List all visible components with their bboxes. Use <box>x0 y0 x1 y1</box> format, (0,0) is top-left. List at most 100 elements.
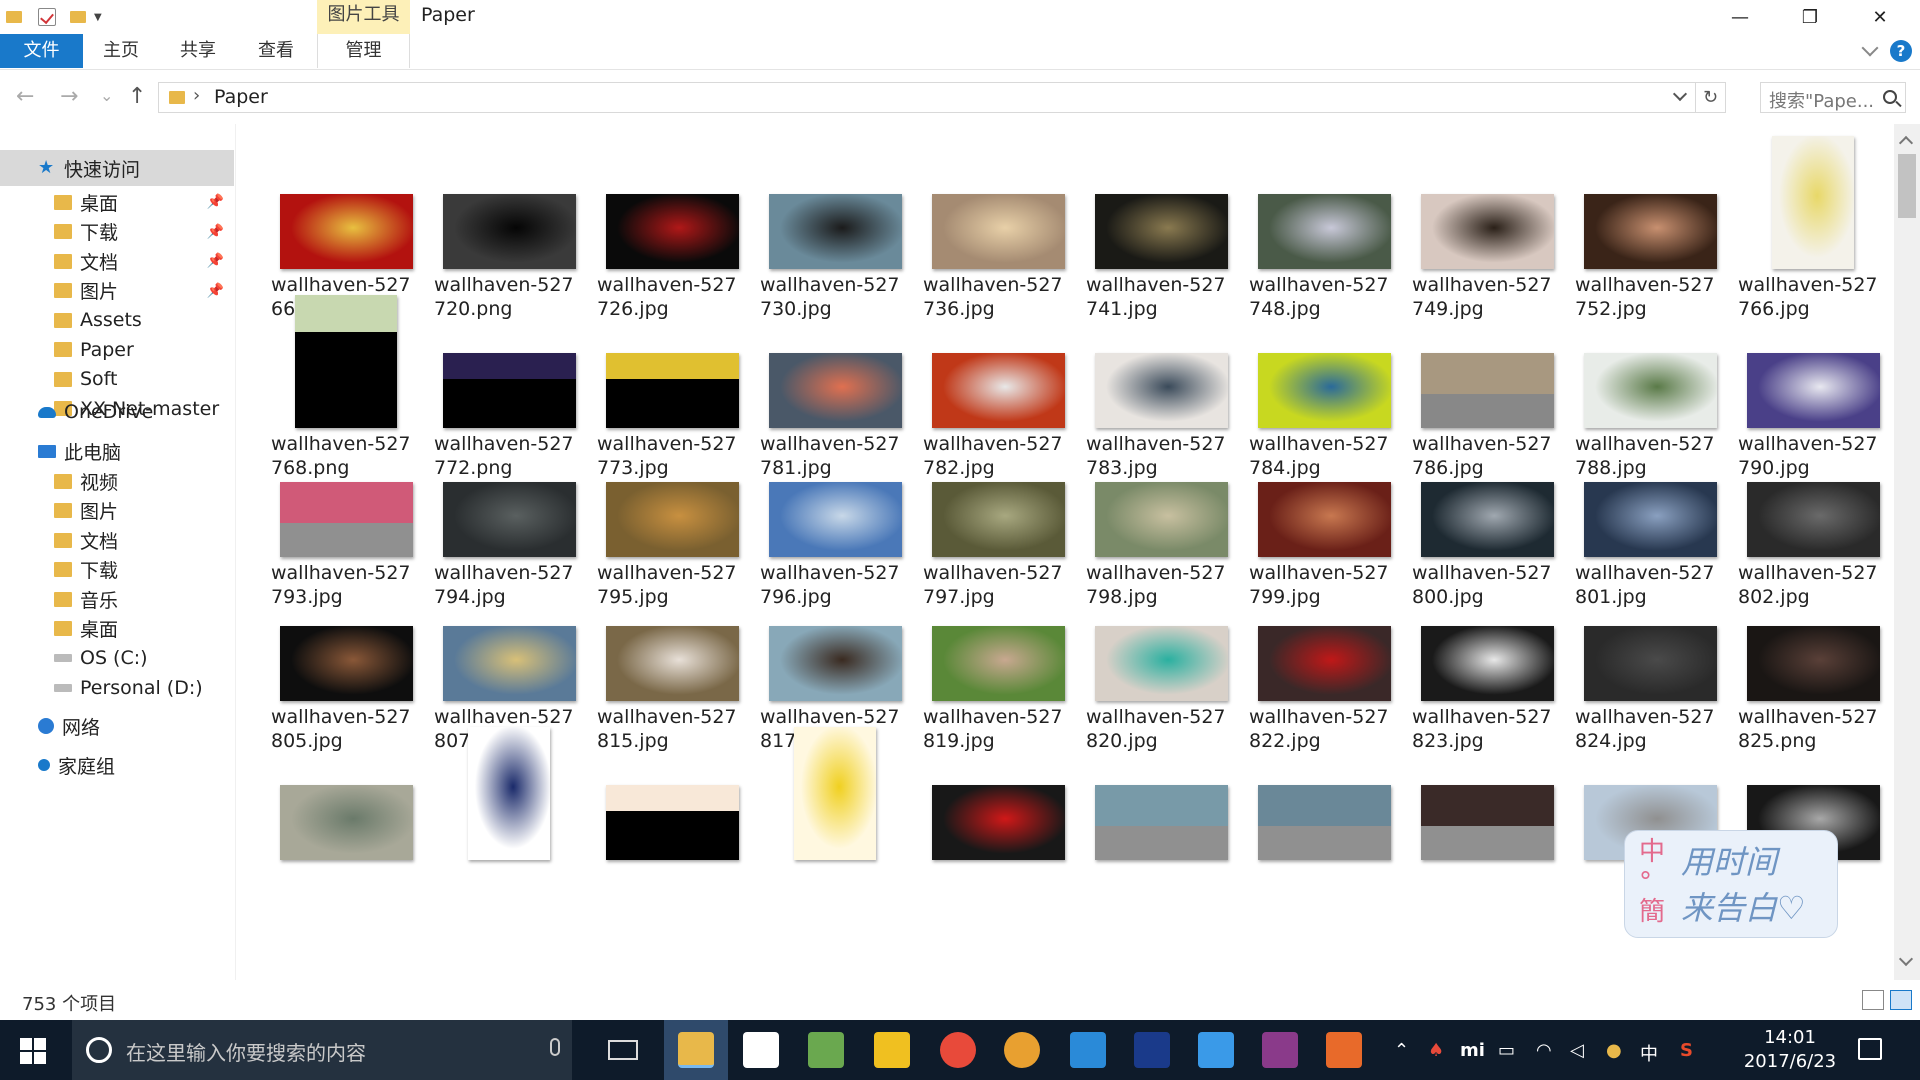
new-folder-icon[interactable] <box>70 6 86 28</box>
file-thumbnail[interactable] <box>1420 353 1554 428</box>
file-thumbnail[interactable] <box>442 353 576 428</box>
file-thumbnail[interactable] <box>279 785 413 860</box>
minimize-button[interactable]: — <box>1710 0 1770 34</box>
file-thumbnail[interactable] <box>931 353 1065 428</box>
file-thumbnail[interactable] <box>1094 785 1228 860</box>
file-thumbnail[interactable] <box>468 727 550 860</box>
chrome-2-icon[interactable] <box>1004 1032 1040 1068</box>
file-thumbnail[interactable] <box>1772 136 1854 269</box>
breadcrumb-separator[interactable]: › <box>193 85 200 106</box>
tray-app-icon[interactable]: ♠ <box>1428 1040 1444 1061</box>
file-explorer-icon[interactable] <box>678 1032 714 1068</box>
pdf-icon[interactable] <box>1326 1032 1362 1068</box>
recent-locations-button[interactable]: ⌄ <box>100 86 113 105</box>
file-thumbnail[interactable] <box>1257 194 1391 269</box>
tab-manage[interactable]: 管理 <box>317 34 410 68</box>
show-hidden-icons[interactable]: ⌃ <box>1394 1040 1409 1061</box>
file-thumbnail[interactable] <box>279 626 413 701</box>
details-view-button[interactable] <box>1862 990 1884 1010</box>
task-view-icon[interactable] <box>608 1040 638 1060</box>
pin-icon[interactable]: 📌 <box>207 194 224 210</box>
pin-icon[interactable]: 📌 <box>207 253 224 269</box>
sogou-icon[interactable]: S <box>1680 1040 1693 1061</box>
wps-icon[interactable] <box>1070 1032 1106 1068</box>
file-thumbnail[interactable] <box>1420 626 1554 701</box>
large-icons-view-button[interactable] <box>1890 990 1912 1010</box>
me-icon[interactable] <box>1134 1032 1170 1068</box>
back-button[interactable]: ← <box>16 84 34 109</box>
wifi-icon[interactable]: ◠ <box>1536 1040 1552 1061</box>
file-thumbnail[interactable] <box>442 194 576 269</box>
tab-share[interactable]: 共享 <box>172 34 224 68</box>
file-thumbnail[interactable] <box>442 626 576 701</box>
tab-view[interactable]: 查看 <box>250 34 302 68</box>
sidebar-item-homegroup[interactable]: 家庭组 <box>0 747 234 783</box>
help-icon[interactable] <box>874 1032 910 1068</box>
address-dropdown-icon[interactable] <box>1672 86 1688 102</box>
clock[interactable]: 14:01 2017/6/23 <box>1730 1026 1850 1074</box>
file-thumbnail[interactable] <box>1746 353 1880 428</box>
file-thumbnail[interactable] <box>605 482 739 557</box>
file-thumbnail[interactable] <box>1257 626 1391 701</box>
file-thumbnail[interactable] <box>1420 194 1554 269</box>
action-center-icon[interactable] <box>1858 1038 1882 1060</box>
address-bar[interactable]: › Paper ↻ <box>158 82 1726 113</box>
sidebar-item-quick-access[interactable]: ★ 快速访问 <box>0 150 234 186</box>
tray-globe-icon[interactable]: ● <box>1606 1040 1622 1061</box>
battery-icon[interactable]: ▭ <box>1498 1040 1515 1061</box>
floating-widget[interactable]: 中 ° 簡 用时间 来告白♡ <box>1624 830 1838 938</box>
file-thumbnail[interactable] <box>1746 482 1880 557</box>
sidebar-item-network[interactable]: 网络 <box>0 708 234 744</box>
file-thumbnail[interactable] <box>1094 353 1228 428</box>
file-thumbnail[interactable] <box>1420 482 1554 557</box>
search-icon[interactable] <box>1883 90 1897 104</box>
file-thumbnail[interactable] <box>605 785 739 860</box>
windows-start-icon[interactable] <box>20 1038 46 1064</box>
ime-indicator[interactable]: 中 <box>1640 1040 1658 1066</box>
customize-toolbar-icon[interactable]: ▼ <box>94 6 102 28</box>
scrollbar-thumb[interactable] <box>1898 154 1916 218</box>
file-thumbnail[interactable] <box>768 194 902 269</box>
tool-icon[interactable] <box>808 1032 844 1068</box>
file-thumbnail[interactable] <box>605 194 739 269</box>
sidebar-item-pc-7[interactable]: Personal (D:) <box>0 670 234 706</box>
winrar-icon[interactable] <box>1262 1032 1298 1068</box>
scroll-down-icon[interactable] <box>1898 951 1914 967</box>
tab-home[interactable]: 主页 <box>95 34 147 68</box>
expand-ribbon-icon[interactable] <box>1861 39 1879 57</box>
restore-button[interactable]: ❐ <box>1780 0 1840 34</box>
file-thumbnail[interactable] <box>442 482 576 557</box>
file-thumbnail[interactable] <box>1257 353 1391 428</box>
close-button[interactable]: ✕ <box>1850 0 1910 34</box>
file-thumbnail[interactable] <box>279 482 413 557</box>
search-input[interactable]: 搜索"Pape... <box>1760 82 1906 113</box>
file-thumbnail[interactable] <box>1094 194 1228 269</box>
chrome-icon[interactable] <box>940 1032 976 1068</box>
scroll-up-icon[interactable] <box>1898 135 1914 151</box>
pin-icon[interactable]: 📌 <box>207 224 224 240</box>
microphone-icon[interactable] <box>550 1038 560 1056</box>
file-thumbnail[interactable] <box>768 353 902 428</box>
file-thumbnail[interactable] <box>794 727 876 860</box>
baidu-netdisk-icon[interactable] <box>1198 1032 1234 1068</box>
file-thumbnail[interactable] <box>768 626 902 701</box>
store-icon[interactable] <box>743 1032 779 1068</box>
file-thumbnail[interactable] <box>605 353 739 428</box>
volume-icon[interactable]: ◁ <box>1570 1040 1584 1061</box>
file-thumbnail[interactable] <box>1583 482 1717 557</box>
file-thumbnail[interactable] <box>1257 482 1391 557</box>
tab-file[interactable]: 文件 <box>0 34 83 68</box>
breadcrumb[interactable]: Paper <box>214 86 268 108</box>
taskbar-search-box[interactable]: 在这里输入你要搜索的内容 <box>72 1020 572 1080</box>
file-thumbnail[interactable] <box>931 626 1065 701</box>
cortana-icon[interactable] <box>86 1037 112 1063</box>
file-thumbnail[interactable] <box>1746 626 1880 701</box>
up-button[interactable]: ↑ <box>128 84 146 109</box>
file-thumbnail[interactable] <box>931 785 1065 860</box>
refresh-button[interactable]: ↻ <box>1695 83 1725 112</box>
file-thumbnail[interactable] <box>1583 194 1717 269</box>
file-thumbnail[interactable] <box>605 626 739 701</box>
file-thumbnail[interactable] <box>279 194 413 269</box>
mi-icon[interactable]: mi <box>1460 1040 1485 1061</box>
file-thumbnail[interactable] <box>1583 353 1717 428</box>
